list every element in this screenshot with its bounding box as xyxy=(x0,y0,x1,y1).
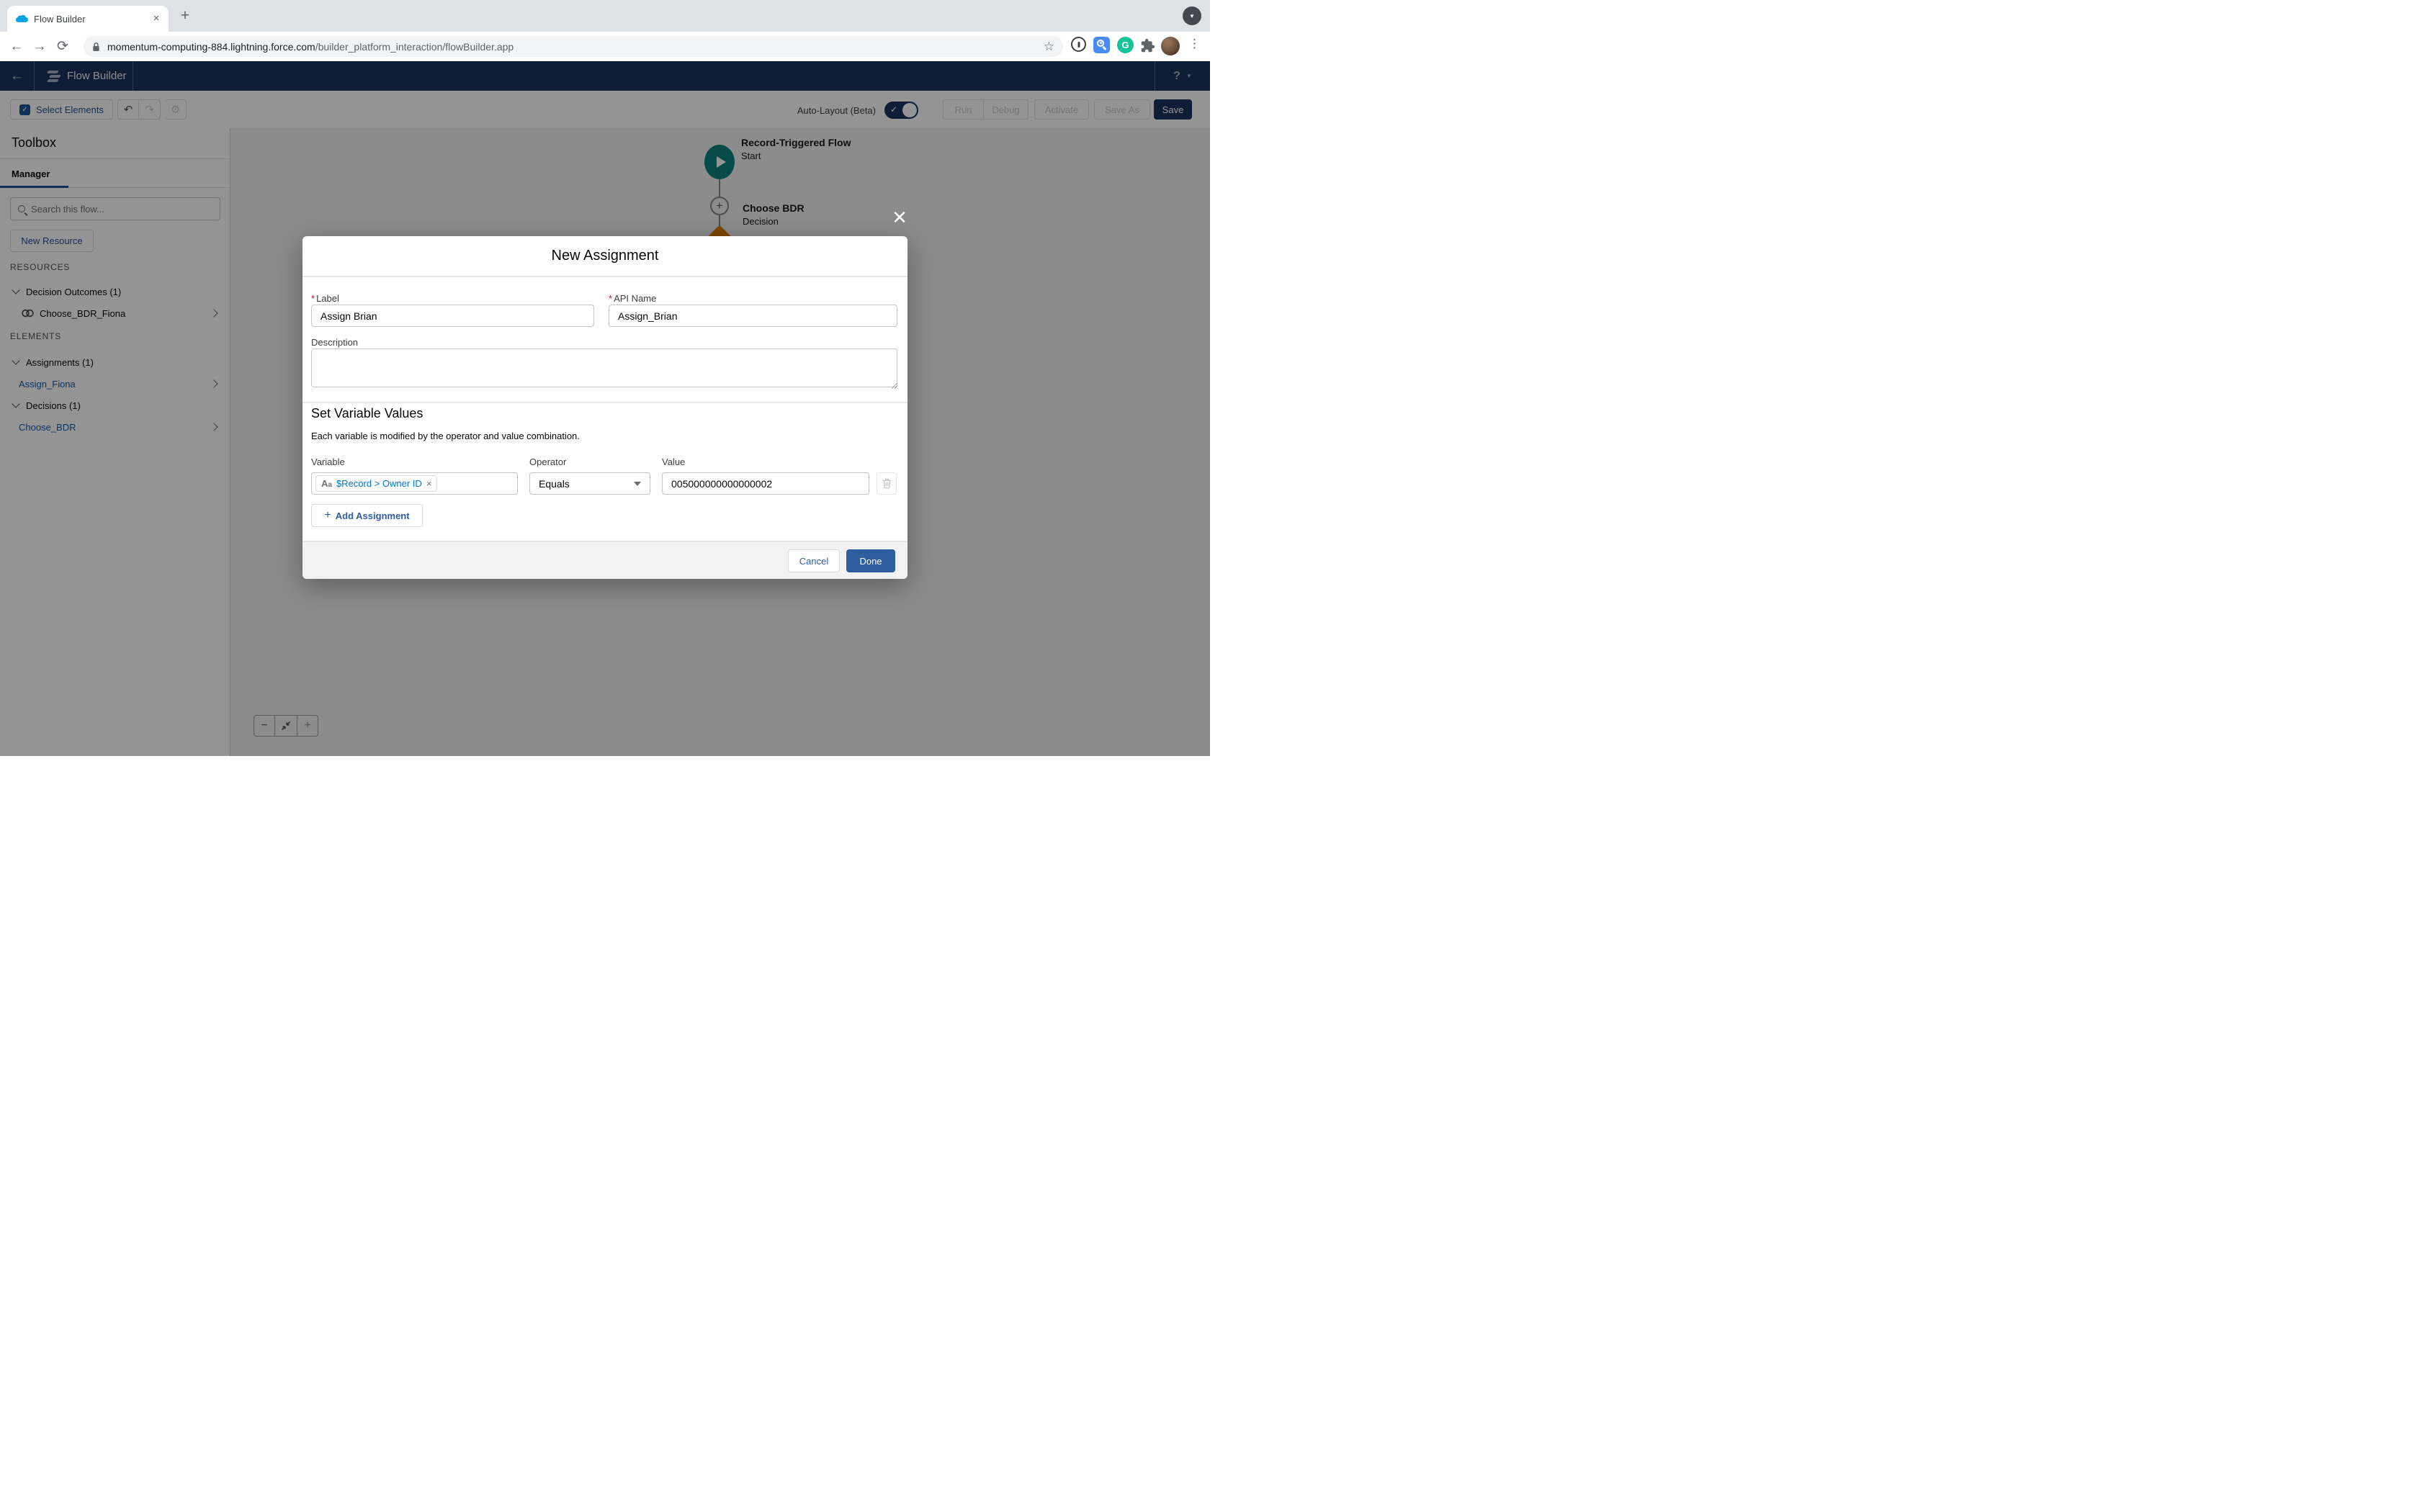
required-asterisk: * xyxy=(609,293,613,304)
url-domain: momentum-computing-884.lightning.force.c… xyxy=(107,40,315,53)
tab-search-button[interactable]: ▼ xyxy=(1183,6,1201,25)
modal-footer: Cancel Done xyxy=(302,541,908,579)
variable-combobox[interactable]: Aa $Record > Owner ID × xyxy=(311,472,518,495)
modal-header: New Assignment xyxy=(302,236,908,277)
value-input[interactable] xyxy=(662,472,869,495)
browser-url-bar: ← → ⟳ momentum-computing-884.lightning.f… xyxy=(0,32,1210,61)
api-name-field-label: * API Name xyxy=(609,293,657,304)
profile-avatar[interactable] xyxy=(1161,37,1180,55)
label-field xyxy=(311,305,594,327)
bookmark-star-icon[interactable]: ☆ xyxy=(1044,40,1054,54)
chevron-down-icon xyxy=(634,481,641,486)
lock-icon xyxy=(93,42,99,51)
flow-builder-app: ← Flow Builder ? ▼ Select Elements ↶ ↷ ⚙… xyxy=(0,61,1210,756)
delete-assignment-button[interactable] xyxy=(877,472,897,495)
description-label: Description xyxy=(311,337,359,348)
operator-label: Operator xyxy=(529,456,567,467)
url-text: momentum-computing-884.lightning.force.c… xyxy=(107,41,1036,53)
description-textarea[interactable] xyxy=(311,348,897,387)
plus-icon: + xyxy=(324,509,331,521)
salesforce-cloud-favicon xyxy=(16,14,28,22)
new-tab-button[interactable]: + xyxy=(175,6,195,26)
text-type-icon: Aa xyxy=(321,478,332,489)
required-asterisk: * xyxy=(311,293,315,304)
forward-icon[interactable]: → xyxy=(29,32,50,61)
api-name-field xyxy=(609,305,897,327)
url-path: /builder_platform_interaction/flowBuilde… xyxy=(315,40,514,53)
remove-pill-icon[interactable]: × xyxy=(426,478,432,489)
section-title: Set Variable Values xyxy=(311,406,424,420)
variable-pill[interactable]: Aa $Record > Owner ID × xyxy=(315,475,438,492)
operator-select[interactable]: Equals xyxy=(529,472,650,495)
value-label: Value xyxy=(662,456,686,467)
trash-icon xyxy=(882,478,891,489)
value-field xyxy=(662,472,869,495)
browser-tab[interactable]: Flow Builder × xyxy=(7,6,169,32)
label-field-label: * Label xyxy=(311,293,339,304)
tab-title: Flow Builder xyxy=(34,13,86,24)
variable-pill-label: $Record > Owner ID xyxy=(336,478,422,489)
search-extension-icon[interactable] xyxy=(1093,37,1110,53)
done-button[interactable]: Done xyxy=(846,549,895,572)
modal-title: New Assignment xyxy=(551,248,659,264)
new-assignment-modal: ✕ New Assignment *Label *API Name Descri… xyxy=(302,208,908,579)
section-subtitle: Each variable is modified by the operato… xyxy=(311,431,580,441)
modal-layer: ✕ New Assignment *Label *API Name Descri… xyxy=(0,61,1210,756)
api-name-input[interactable] xyxy=(609,305,897,327)
reload-icon[interactable]: ⟳ xyxy=(52,32,73,61)
divider xyxy=(302,402,908,403)
extensions-puzzle-icon[interactable] xyxy=(1140,38,1155,53)
add-assignment-button[interactable]: + Add Assignment xyxy=(311,504,423,527)
textarea-resize-grip[interactable] xyxy=(892,383,897,389)
variable-label: Variable xyxy=(311,456,345,467)
browser-tab-strip: Flow Builder × + ▼ xyxy=(0,0,1210,32)
cancel-button[interactable]: Cancel xyxy=(788,549,840,572)
operator-value: Equals xyxy=(539,477,570,490)
close-icon[interactable]: ✕ xyxy=(892,208,908,227)
label-input[interactable] xyxy=(311,305,594,327)
password-manager-extension-icon[interactable] xyxy=(1071,37,1086,52)
back-icon[interactable]: ← xyxy=(6,32,27,61)
grammarly-extension-icon[interactable]: G xyxy=(1117,37,1134,53)
url-omnibox[interactable]: momentum-computing-884.lightning.force.c… xyxy=(84,36,1063,57)
browser-menu-icon[interactable]: ⋮ xyxy=(1188,37,1201,51)
tab-close-icon[interactable]: × xyxy=(150,12,163,25)
